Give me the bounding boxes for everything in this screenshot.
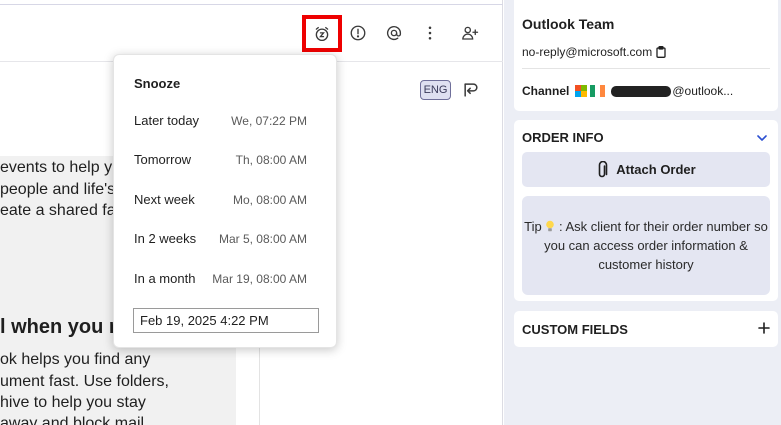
snooze-option-next-week[interactable]: Next week Mo, 08:00 AM	[114, 184, 338, 214]
microsoft-logo-icon	[575, 85, 588, 97]
language-badge[interactable]: ENG	[420, 80, 451, 100]
custom-fields-card: CUSTOM FIELDS	[514, 311, 778, 347]
tip-box: Tip : Ask client for their order number …	[522, 196, 770, 295]
snooze-option-time: Th, 08:00 AM	[235, 153, 307, 167]
at-sign-icon	[386, 25, 402, 41]
alarm-clock-icon	[315, 26, 329, 41]
email-body-line: events to help y	[0, 159, 113, 176]
snooze-datetime-input[interactable]	[133, 308, 319, 333]
snooze-option-label: Later today	[134, 113, 200, 128]
snooze-button[interactable]	[302, 15, 342, 52]
snooze-option-time: Mar 19, 08:00 AM	[212, 272, 307, 286]
vertical-dots-icon	[428, 26, 432, 40]
snooze-menu-title: Snooze	[134, 76, 181, 91]
exclamation-circle-icon	[350, 25, 366, 41]
order-info-title: ORDER INFO	[522, 130, 604, 145]
email-body-line: eate a shared fa	[0, 202, 116, 219]
tip-prefix: Tip	[524, 219, 542, 234]
mention-button[interactable]	[379, 18, 409, 48]
snooze-option-tomorrow[interactable]: Tomorrow Th, 08:00 AM	[114, 144, 338, 174]
redacted-text	[611, 85, 672, 97]
snooze-option-label: Next week	[134, 192, 195, 207]
channel-label: Channel	[522, 84, 570, 98]
paperclip-icon	[598, 160, 608, 177]
snooze-menu: Snooze Later today We, 07:22 PM Tomorrow…	[113, 54, 337, 348]
mark-important-button[interactable]	[343, 18, 373, 48]
email-body-line: ument fast. Use folders,	[0, 373, 169, 390]
plus-icon[interactable]	[758, 322, 770, 334]
snooze-option-label: In a month	[134, 271, 196, 286]
email-body-line: away and block mail	[0, 415, 145, 425]
contact-email-row: no-reply@microsoft.com	[522, 45, 666, 59]
snooze-option-time: Mar 5, 08:00 AM	[218, 232, 307, 246]
order-info-card: ORDER INFO Attach Order Tip : Ask client…	[514, 120, 778, 301]
clipboard-icon[interactable]	[656, 46, 666, 58]
snooze-option-time: We, 07:22 PM	[231, 114, 307, 128]
snooze-option-later-today[interactable]: Later today We, 07:22 PM	[114, 105, 338, 135]
snooze-option-label: Tomorrow	[134, 152, 192, 167]
top-divider	[0, 4, 503, 5]
translate-icon	[464, 83, 478, 97]
channel-value: @outlook...	[672, 84, 734, 98]
contact-card: Outlook Team no-reply@microsoft.com Chan…	[514, 0, 778, 111]
right-sidebar: Outlook Team no-reply@microsoft.com Chan…	[504, 0, 781, 425]
email-body-line: hive to help you stay	[0, 394, 146, 411]
email-heading: l when you r	[0, 316, 117, 338]
chevron-down-icon[interactable]	[756, 132, 768, 144]
attach-order-label: Attach Order	[616, 162, 696, 177]
more-options-button[interactable]	[415, 18, 445, 48]
contact-email: no-reply@microsoft.com	[522, 45, 653, 59]
email-body-line: ok helps you find any	[0, 351, 151, 368]
snooze-option-in-a-month[interactable]: In a month Mar 19, 08:00 AM	[114, 263, 338, 293]
lightbulb-icon	[546, 220, 555, 232]
custom-fields-title: CUSTOM FIELDS	[522, 322, 628, 337]
snooze-option-label: In 2 weeks	[134, 231, 197, 246]
user-plus-icon	[462, 26, 479, 40]
contact-divider	[522, 68, 770, 69]
contact-name: Outlook Team	[522, 16, 615, 32]
snooze-option-in-2-weeks[interactable]: In 2 weeks Mar 5, 08:00 AM	[114, 223, 338, 253]
translate-toggle[interactable]	[461, 80, 481, 100]
email-body-line: people and life's	[0, 181, 116, 198]
add-participant-button[interactable]	[455, 18, 485, 48]
snooze-option-time: Mo, 08:00 AM	[232, 193, 307, 207]
tip-text: : Ask client for their order number so y…	[544, 219, 768, 272]
channel-row: Channel @outlook...	[522, 84, 733, 98]
ireland-flag-icon	[590, 85, 606, 97]
attach-order-button[interactable]: Attach Order	[522, 152, 770, 187]
